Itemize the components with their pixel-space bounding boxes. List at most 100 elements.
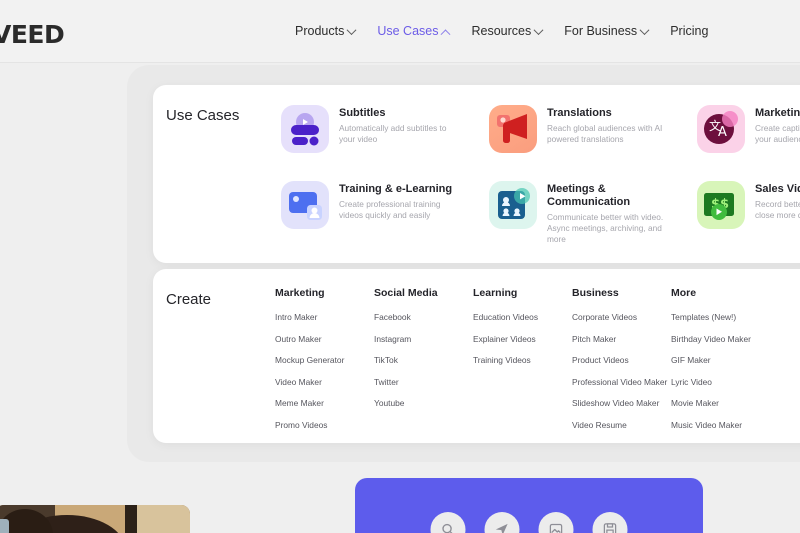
create-link-video-resume[interactable]: Video Resume	[572, 420, 671, 430]
create-link-outro-maker[interactable]: Outro Maker	[275, 334, 374, 344]
use-case-description: Communicate better with video. Async mee…	[547, 212, 664, 244]
use-case-training-text: Training & e-Learning Create professiona…	[339, 181, 457, 221]
create-column-social-media: Social Media Facebook Instagram TikTok T…	[374, 287, 473, 443]
create-link-promo-videos[interactable]: Promo Videos	[275, 420, 374, 430]
use-cases-dropdown-card: Use Cases Subtitles Automatically add su…	[153, 85, 800, 263]
page-root: VEED Products Use Cases Resources For Bu…	[0, 0, 800, 533]
chevron-down-icon	[639, 24, 650, 35]
use-case-training-elearning[interactable]: Training & e-Learning Create professiona…	[281, 175, 489, 251]
search-icon[interactable]	[430, 512, 466, 533]
create-link-mockup-generator[interactable]: Mockup Generator	[275, 355, 374, 365]
chevron-up-icon	[441, 28, 451, 39]
person-photo-thumbnail	[0, 505, 190, 533]
nav-label-pricing: Pricing	[670, 24, 709, 38]
save-icon[interactable]	[592, 512, 628, 533]
use-case-marketing[interactable]: 文 A Marketing Create captivating videos …	[697, 99, 800, 175]
create-link-training-videos[interactable]: Training Videos	[473, 355, 572, 365]
nav-item-pricing[interactable]: Pricing	[670, 24, 708, 38]
create-link-gif-maker[interactable]: GIF Maker	[671, 355, 770, 365]
chevron-down-icon	[346, 24, 357, 35]
create-link-facebook[interactable]: Facebook	[374, 312, 473, 322]
use-case-sales-text: Sales Video Record better sales videos a…	[755, 181, 800, 221]
use-case-description: Create professional training videos quic…	[339, 199, 441, 220]
create-link-professional-video-maker[interactable]: Professional Video Maker	[572, 377, 671, 387]
column-heading: Marketing	[275, 287, 325, 299]
create-link-education-videos[interactable]: Education Videos	[473, 312, 572, 322]
create-column-learning: Learning Education Videos Explainer Vide…	[473, 287, 572, 443]
create-link-movie-maker[interactable]: Movie Maker	[671, 398, 770, 408]
use-case-subtitles[interactable]: Subtitles Automatically add subtitles to…	[281, 99, 489, 175]
create-link-twitter[interactable]: Twitter	[374, 377, 473, 387]
use-case-meetings-communication[interactable]: Meetings & Communication Communicate bet…	[489, 175, 697, 251]
nav-item-use-cases[interactable]: Use Cases	[377, 24, 451, 39]
create-columns: Marketing Intro Maker Outro Maker Mockup…	[275, 287, 770, 443]
column-heading: Business	[572, 287, 619, 299]
translate-language-icon: 文 A	[697, 105, 745, 153]
megaphone-icon	[489, 105, 537, 153]
use-case-title: Marketing	[755, 107, 800, 119]
subtitles-icon	[281, 105, 329, 153]
use-case-title: Training & e-Learning	[339, 183, 453, 195]
screen-person-icon	[281, 181, 329, 229]
create-dropdown-card: Create Marketing Intro Maker Outro Maker…	[153, 269, 800, 443]
use-case-translations-text: Translations Reach global audiences with…	[547, 105, 665, 145]
create-link-video-maker[interactable]: Video Maker	[275, 377, 374, 387]
nav-item-products[interactable]: Products	[295, 24, 357, 38]
use-case-translations[interactable]: Translations Reach global audiences with…	[489, 99, 697, 175]
create-column-business: Business Corporate Videos Pitch Maker Pr…	[572, 287, 671, 443]
create-link-lyric-video[interactable]: Lyric Video	[671, 377, 770, 387]
money-play-icon: $$	[697, 181, 745, 229]
nav-label-resources: Resources	[471, 24, 532, 38]
create-link-youtube[interactable]: Youtube	[374, 398, 473, 408]
veed-logo[interactable]: VEED	[0, 20, 65, 49]
create-link-product-videos[interactable]: Product Videos	[572, 355, 671, 365]
create-link-tiktok[interactable]: TikTok	[374, 355, 473, 365]
create-link-instagram[interactable]: Instagram	[374, 334, 473, 344]
column-heading: More	[671, 287, 697, 299]
use-case-sales-video[interactable]: $$ Sales Video Record better sales video…	[697, 175, 800, 251]
use-cases-grid: Subtitles Automatically add subtitles to…	[281, 99, 800, 251]
site-header: VEED Products Use Cases Resources For Bu…	[0, 0, 800, 63]
nav-item-resources[interactable]: Resources	[471, 24, 544, 38]
create-link-birthday-video-maker[interactable]: Birthday Video Maker	[671, 334, 770, 344]
create-link-music-video-maker[interactable]: Music Video Maker	[671, 420, 770, 430]
use-cases-section-title: Use Cases	[166, 107, 240, 124]
use-case-description: Create captivating videos for your audie…	[755, 123, 800, 144]
create-link-pitch-maker[interactable]: Pitch Maker	[572, 334, 671, 344]
create-column-marketing: Marketing Intro Maker Outro Maker Mockup…	[275, 287, 374, 443]
use-case-description: Record better sales videos and close mor…	[755, 199, 800, 220]
use-case-marketing-text: Marketing Create captivating videos for …	[755, 105, 800, 145]
promo-card-icon-row	[430, 512, 628, 533]
create-section-title: Create	[166, 291, 212, 308]
create-link-photo-video-maker[interactable]: Photo Video Maker	[671, 441, 770, 443]
create-link-templates[interactable]: Templates (New!)	[671, 312, 770, 322]
use-case-meetings-text: Meetings & Communication Communicate bet…	[547, 181, 665, 245]
image-icon[interactable]	[538, 512, 574, 533]
use-case-title: Translations	[547, 107, 612, 119]
column-heading: Social Media	[374, 287, 438, 299]
create-link-intro-maker[interactable]: Intro Maker	[275, 312, 374, 322]
send-icon[interactable]	[484, 512, 520, 533]
use-case-description: Reach global audiences with AI powered t…	[547, 123, 663, 144]
svg-text:A: A	[718, 125, 727, 140]
purple-promo-card	[355, 478, 703, 533]
nav-item-for-business[interactable]: For Business	[564, 24, 650, 38]
use-case-title: Meetings & Communication	[547, 183, 631, 208]
create-link-video-ad-maker[interactable]: Video Ad Maker	[275, 441, 374, 443]
create-link-explainer-videos[interactable]: Explainer Videos	[473, 334, 572, 344]
create-link-meme-maker[interactable]: Meme Maker	[275, 398, 374, 408]
create-link-slideshow-video-maker[interactable]: Slideshow Video Maker	[572, 398, 671, 408]
create-link-corporate-videos[interactable]: Corporate Videos	[572, 312, 671, 322]
nav-label-for-business: For Business	[564, 24, 638, 38]
create-column-more: More Templates (New!) Birthday Video Mak…	[671, 287, 770, 443]
people-grid-play-icon	[489, 181, 537, 229]
chevron-down-icon	[533, 24, 544, 35]
main-navigation: Products Use Cases Resources For Busines…	[295, 24, 708, 39]
use-case-subtitles-text: Subtitles Automatically add subtitles to…	[339, 105, 457, 145]
nav-label-use-cases: Use Cases	[377, 24, 439, 38]
use-case-title: Sales Video	[755, 183, 800, 195]
use-case-description: Automatically add subtitles to your vide…	[339, 123, 447, 144]
use-case-title: Subtitles	[339, 107, 386, 119]
nav-label-products: Products	[295, 24, 345, 38]
column-heading: Learning	[473, 287, 518, 299]
